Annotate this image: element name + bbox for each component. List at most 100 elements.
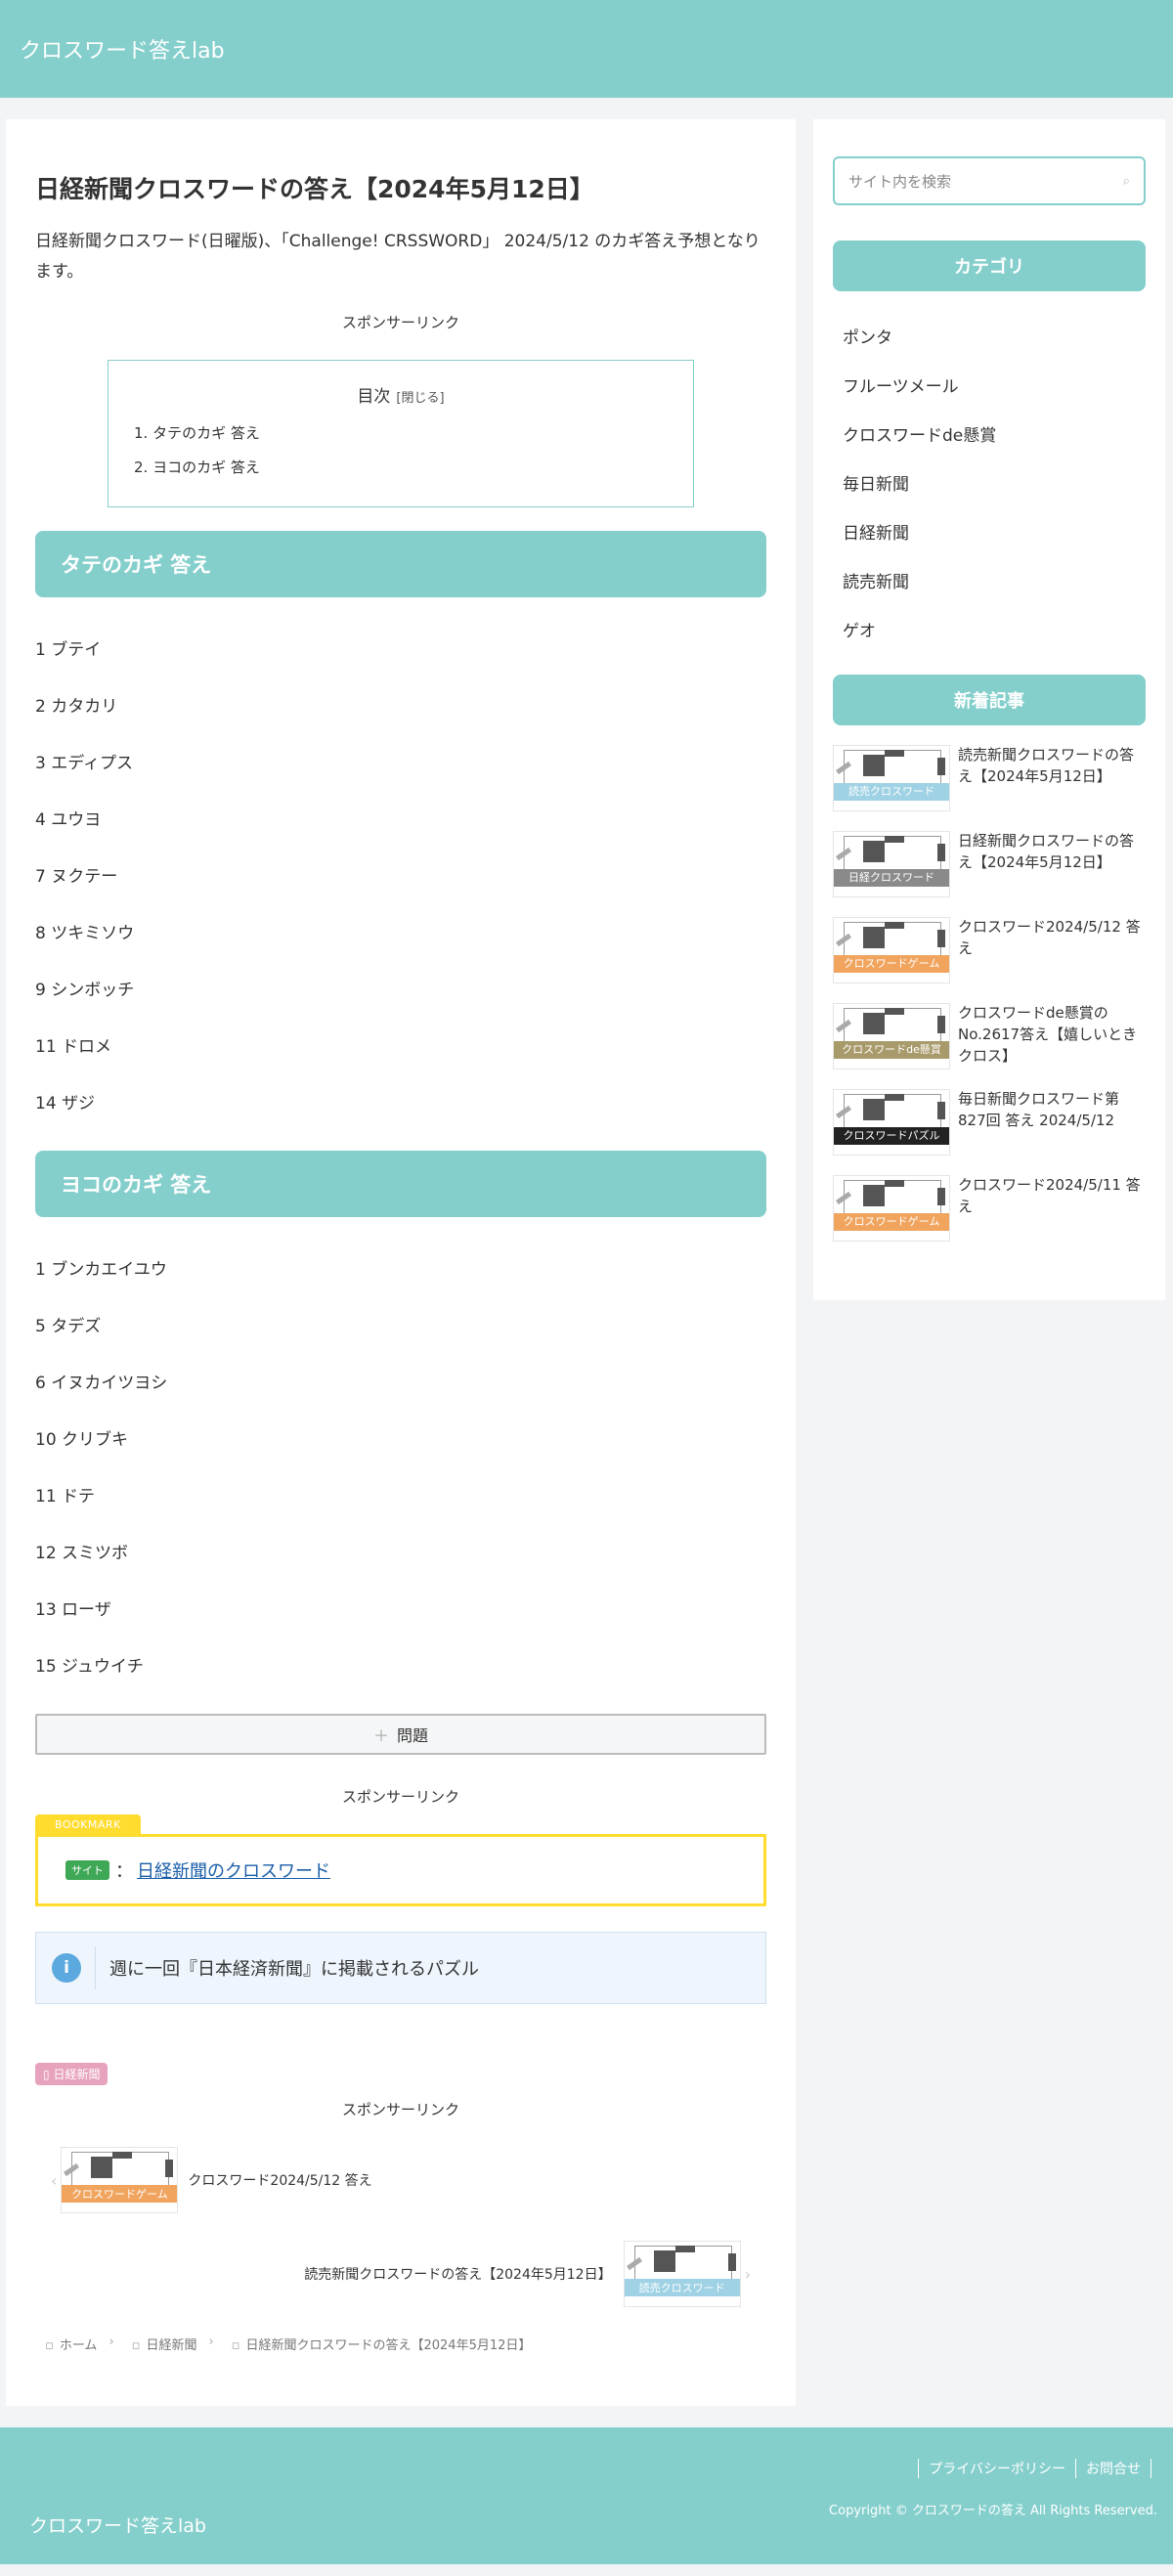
thumbnail-image: 日経クロスワード <box>833 831 950 897</box>
next-post-title: 読売新聞クロスワードの答え【2024年5月12日】 <box>304 2267 612 2284</box>
category-list: ポンタ フルーツメール クロスワードde懸賞 毎日新聞 日経新聞 読売新聞 ゲオ <box>833 311 1146 653</box>
thumbnail-image: クロスワードゲーム <box>833 1175 950 1242</box>
recent-post-item[interactable]: クロスワードゲーム クロスワード2024/5/12 答え <box>833 917 1146 1003</box>
thumbnail-image: クロスワードde懸賞 <box>833 1003 950 1070</box>
folder-icon: ▯ <box>43 2068 50 2082</box>
thumbnail-label: 読売クロスワード <box>834 783 949 801</box>
prev-post-title: クロスワード2024/5/12 答え <box>188 2173 372 2190</box>
thumbnail-image: クロスワードパズル <box>833 1089 950 1156</box>
recent-post-title: クロスワードde懸賞のNo.2617答え【嬉しいときクロス】 <box>958 1004 1138 1065</box>
breadcrumb-home-label: ホーム <box>59 2338 98 2354</box>
thumbnail-label: 読売クロスワード <box>624 2279 740 2297</box>
sidebar-item-category[interactable]: ゲオ <box>833 604 1146 653</box>
thumbnail-image: クロスワードゲーム <box>833 917 950 983</box>
prev-post-link[interactable]: ‹ クロスワードゲーム クロスワード2024/5/12 答え <box>35 2147 766 2214</box>
site-header: クロスワード答えlab <box>0 0 1173 98</box>
tate-heading: タテのカギ 答え <box>35 531 766 598</box>
sidebar-item-category[interactable]: クロスワードde懸賞 <box>833 409 1146 458</box>
sponsor-label: スポンサーリンク <box>341 1788 459 1807</box>
home-icon: ▫ <box>45 2338 54 2354</box>
show-questions-button[interactable]: ＋ 問題 <box>35 1714 766 1756</box>
thumbnail-label: クロスワードゲーム <box>834 955 949 973</box>
info-box: i 週に一回『日本経済新聞』に掲載されるパズル <box>35 1932 766 2005</box>
breadcrumb-category[interactable]: ▫ 日経新聞 <box>132 2335 197 2353</box>
sponsor-label: スポンサーリンク <box>341 2101 459 2119</box>
sidebar-item-category[interactable]: 毎日新聞 <box>833 458 1146 506</box>
list-item: 13 ローザ <box>35 1599 111 1620</box>
list-item: 15 ジュウイチ <box>35 1656 144 1677</box>
contact-link[interactable]: お問合せ <box>1075 2459 1151 2479</box>
list-item: 14 ザジ <box>35 1093 96 1113</box>
search-input[interactable]: サイト内を検索 ⌕ <box>833 156 1146 205</box>
list-item: 12 スミツボ <box>35 1543 129 1563</box>
recent-widget-title: 新着記事 <box>833 675 1146 725</box>
related-posts: ‹ クロスワードゲーム クロスワード2024/5/12 答え 読売新聞クロスワー… <box>35 2147 766 2308</box>
recent-post-item[interactable]: 読売クロスワード 読売新聞クロスワードの答え【2024年5月12日】 <box>833 745 1146 831</box>
search-placeholder: サイト内を検索 <box>848 172 952 191</box>
toc-item-yoko[interactable]: 2. ヨコのカギ 答え <box>134 457 668 477</box>
plus-icon: ＋ <box>372 1726 389 1746</box>
thumbnail-label: クロスワードパズル <box>834 1127 949 1145</box>
thumbnail-image: クロスワードゲーム <box>61 2147 179 2214</box>
sidebar-item-category[interactable]: フルーツメール <box>833 360 1146 409</box>
info-text: 週に一回『日本経済新聞』に掲載されるパズル <box>109 1959 479 1981</box>
recent-post-title: 日経新聞クロスワードの答え【2024年5月12日】 <box>958 832 1135 871</box>
breadcrumb: ▫ ホーム › ▫ 日経新聞 › ▫ 日経新聞クロスワードの答え【2024年5月12日… <box>35 2335 766 2353</box>
search-icon[interactable]: ⌕ <box>1123 174 1130 189</box>
tate-answer-list: 1 ブテイ 2 カタカリ 3 エディプス 4 ユウヨ 7 ヌクテー 8 ツキミソ… <box>35 619 766 1129</box>
bookmark-link[interactable]: 日経新聞のクロスワード <box>137 1857 330 1883</box>
toc-list: 1. タテのカギ 答え 2. ヨコのカギ 答え <box>134 422 668 477</box>
breadcrumb-current: ▫ 日経新聞クロスワードの答え【2024年5月12日】 <box>232 2335 532 2353</box>
file-icon: ▫ <box>231 2338 240 2354</box>
recent-post-title: クロスワード2024/5/11 答え <box>958 1176 1141 1215</box>
sidebar: サイト内を検索 ⌕ カテゴリ ポンタ フルーツメール クロスワードde懸賞 毎日… <box>813 119 1165 1300</box>
chevron-right-icon: › <box>109 2335 114 2350</box>
yoko-heading: ヨコのカギ 答え <box>35 1151 766 1218</box>
bookmark-label: BOOKMARK <box>35 1814 141 1835</box>
info-icon: i <box>52 1953 81 1984</box>
list-item: 11 ドロメ <box>35 1036 112 1057</box>
thumbnail-label: クロスワードゲーム <box>62 2185 178 2204</box>
show-questions-label: 問題 <box>397 1726 429 1746</box>
recent-post-title: クロスワード2024/5/12 答え <box>958 918 1141 957</box>
recent-post-title: 読売新聞クロスワードの答え【2024年5月12日】 <box>958 746 1135 785</box>
thumbnail-label: 日経クロスワード <box>834 869 949 887</box>
breadcrumb-home[interactable]: ▫ ホーム <box>45 2335 97 2353</box>
bookmark-separator: ： <box>115 1861 133 1883</box>
thumbnail-label: クロスワードde懸賞 <box>834 1041 949 1059</box>
list-item: 5 タデズ <box>35 1316 102 1336</box>
sponsor-label: スポンサーリンク <box>341 314 459 332</box>
toc-toggle-button[interactable]: [閉じる] <box>396 391 444 406</box>
next-post-link[interactable]: 読売新聞クロスワードの答え【2024年5月12日】 読売クロスワード › <box>35 2241 766 2308</box>
list-item: 10 クリブキ <box>35 1429 129 1450</box>
list-item: 9 シンボッチ <box>35 980 135 1000</box>
toc-title: 目次 <box>357 387 391 408</box>
breadcrumb-current-label: 日経新聞クロスワードの答え【2024年5月12日】 <box>245 2338 532 2354</box>
info-divider <box>95 1946 96 1990</box>
footer-links: プライバシーポリシー お問合せ <box>918 2459 1151 2479</box>
category-tag[interactable]: ▯ 日経新聞 <box>35 2063 109 2086</box>
site-title-link[interactable]: クロスワード答えlab <box>20 33 225 65</box>
recent-post-item[interactable]: クロスワードde懸賞 クロスワードde懸賞のNo.2617答え【嬉しいときクロス… <box>833 1003 1146 1089</box>
privacy-policy-link[interactable]: プライバシーポリシー <box>918 2459 1075 2479</box>
sidebar-item-category[interactable]: 日経新聞 <box>833 506 1146 555</box>
sidebar-item-category[interactable]: ポンタ <box>833 311 1146 360</box>
breadcrumb-category-label: 日経新聞 <box>146 2338 197 2354</box>
thumbnail-image: 読売クロスワード <box>623 2241 741 2308</box>
page-container: 日経新聞クロスワードの答え【2024年5月12日】 日経新聞クロスワード(日曜版… <box>0 98 1173 2407</box>
thumbnail-label: クロスワードゲーム <box>834 1213 949 1231</box>
list-item: 3 エディプス <box>35 753 134 773</box>
list-item: 7 ヌクテー <box>35 866 118 887</box>
site-badge: サイト <box>65 1860 109 1881</box>
recent-post-item[interactable]: 日経クロスワード 日経新聞クロスワードの答え【2024年5月12日】 <box>833 831 1146 917</box>
bookmark-content: サイト ： 日経新聞のクロスワード <box>35 1834 766 1907</box>
sidebar-item-category[interactable]: 読売新聞 <box>833 555 1146 604</box>
list-item: 4 ユウヨ <box>35 809 102 830</box>
toc-item-tate[interactable]: 1. タテのカギ 答え <box>134 422 668 443</box>
list-item: 11 ドテ <box>35 1486 96 1506</box>
copyright-text: Copyright © クロスワードの答え All Rights Reserve… <box>829 2504 1157 2519</box>
recent-post-item[interactable]: クロスワードゲーム クロスワード2024/5/11 答え <box>833 1175 1146 1261</box>
footer-site-title[interactable]: クロスワード答えlab <box>29 2511 206 2538</box>
recent-post-item[interactable]: クロスワードパズル 毎日新聞クロスワード第827回 答え 2024/5/12 <box>833 1089 1146 1175</box>
article-intro: 日経新聞クロスワード(日曜版)、「Challenge! CRSSWORD」 20… <box>35 232 760 282</box>
